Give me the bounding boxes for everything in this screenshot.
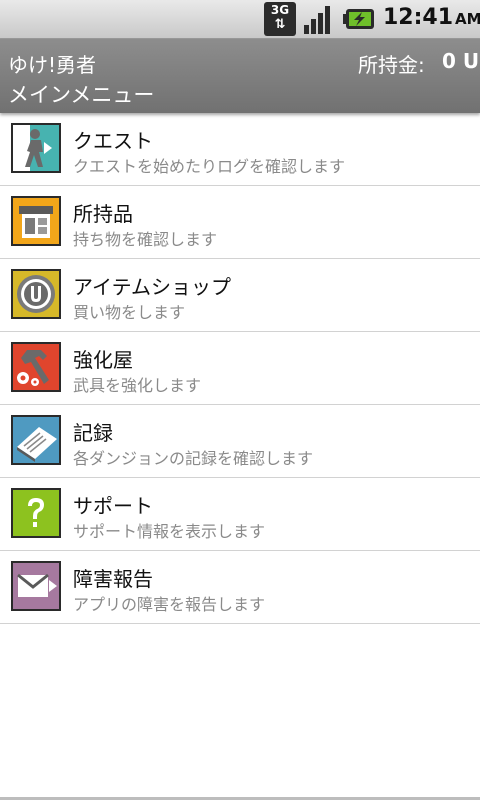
menu-item-subtitle: サポート情報を表示します — [73, 522, 266, 541]
menu-item-records[interactable]: 記録 各ダンジョンの記録を確認します — [0, 405, 480, 478]
inventory-icon — [11, 196, 61, 246]
menu-item-subtitle: 買い物をします — [73, 303, 186, 322]
main-menu-list: クエスト クエストを始めたりログを確認します 所持品 持ち物を確認します アイテ… — [0, 113, 480, 624]
menu-item-subtitle: 持ち物を確認します — [73, 230, 218, 249]
menu-item-subtitle: 武具を強化します — [73, 376, 202, 395]
clock-time: 12:41 — [383, 5, 454, 30]
status-bar: 3G ⇅ 12:41 AM — [0, 0, 480, 39]
menu-item-subtitle: アプリの障害を報告します — [73, 595, 266, 614]
menu-item-title: 記録 — [73, 421, 113, 445]
menu-item-item-shop[interactable]: アイテムショップ 買い物をします — [0, 259, 480, 332]
menu-item-title: サポート — [73, 494, 153, 518]
menu-item-support[interactable]: サポート サポート情報を表示します — [0, 478, 480, 551]
network-3g-icon: 3G ⇅ — [264, 2, 296, 36]
menu-item-subtitle: 各ダンジョンの記録を確認します — [73, 449, 314, 468]
menu-item-quest[interactable]: クエスト クエストを始めたりログを確認します — [0, 113, 480, 186]
screen-title: メインメニュー — [8, 83, 155, 107]
signal-icon — [304, 6, 330, 34]
records-icon — [11, 415, 61, 465]
money-label: 所持金: — [358, 53, 425, 77]
clock-ampm: AM — [455, 10, 480, 28]
upgrade-icon — [11, 342, 61, 392]
network-type-label: 3G — [270, 3, 290, 17]
menu-item-upgrade-shop[interactable]: 強化屋 武具を強化します — [0, 332, 480, 405]
quest-icon — [11, 123, 61, 173]
money-value: 0 U — [442, 49, 480, 73]
battery-charging-icon — [343, 9, 374, 29]
shop-coin-icon — [11, 269, 61, 319]
menu-item-title: 所持品 — [73, 202, 133, 226]
menu-item-bug-report[interactable]: 障害報告 アプリの障害を報告します — [0, 551, 480, 624]
help-icon — [11, 488, 61, 538]
menu-item-title: アイテムショップ — [73, 275, 231, 299]
clock: 12:41 AM — [383, 5, 480, 33]
app-name: ゆけ!勇者 — [8, 53, 97, 77]
mail-report-icon — [11, 561, 61, 611]
menu-item-inventory[interactable]: 所持品 持ち物を確認します — [0, 186, 480, 259]
menu-item-title: クエスト — [73, 129, 153, 153]
menu-item-title: 障害報告 — [73, 567, 153, 591]
menu-item-subtitle: クエストを始めたりログを確認します — [73, 157, 346, 176]
title-bar: ゆけ!勇者 所持金: 0 U メインメニュー — [0, 39, 480, 113]
menu-item-title: 強化屋 — [73, 348, 133, 372]
